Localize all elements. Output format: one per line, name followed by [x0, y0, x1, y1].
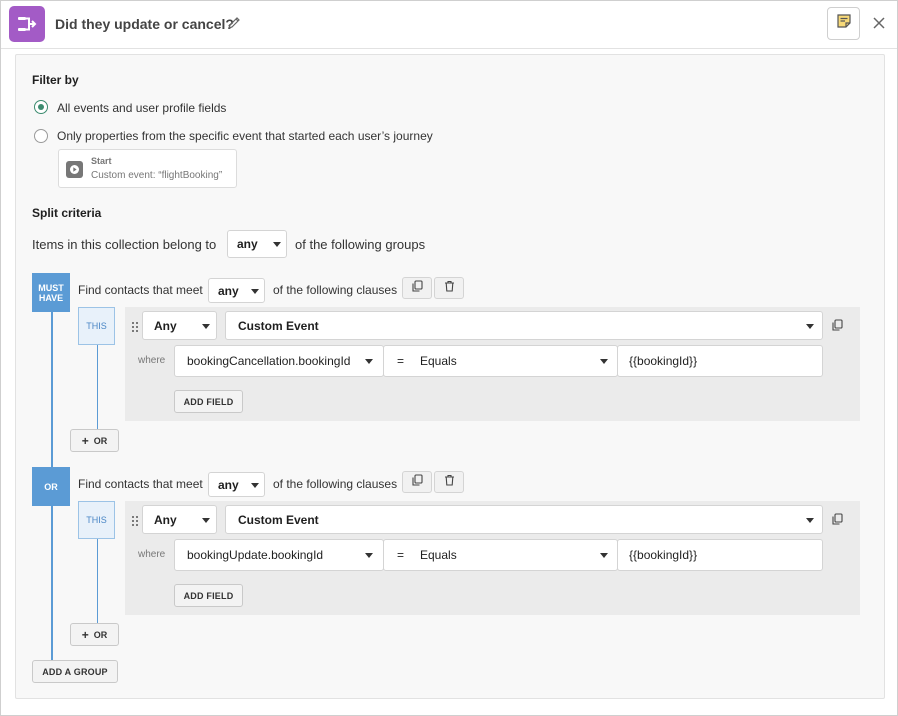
copy-icon: [411, 473, 423, 491]
plus-icon: +: [81, 627, 89, 642]
chevron-down-icon: [273, 242, 281, 247]
add-or-clause-button[interactable]: + OR: [70, 429, 119, 452]
header: Did they update or cancel?: [1, 1, 897, 49]
start-card-title: Start: [91, 156, 112, 166]
start-event-card: Start Custom event: “flightBooking”: [58, 149, 237, 188]
chevron-down-icon: [202, 323, 210, 329]
clause-operator-select[interactable]: = Equals: [383, 345, 618, 377]
chevron-down-icon: [251, 482, 259, 488]
clause-box: Any Custom Event where bookingCancellati…: [125, 307, 860, 421]
clause-value-input[interactable]: {{bookingId}}: [617, 345, 823, 377]
close-icon[interactable]: [871, 15, 889, 33]
clause-field-select[interactable]: bookingCancellation.bookingId: [174, 345, 384, 377]
dialog-window: Did they update or cancel? Filter by All…: [0, 0, 898, 716]
group-1-suffix: of the following clauses: [273, 283, 398, 297]
play-icon: [66, 161, 83, 178]
pencil-icon[interactable]: [227, 16, 243, 32]
clause-value-input[interactable]: {{bookingId}}: [617, 539, 823, 571]
add-or-clause-button[interactable]: + OR: [70, 623, 119, 646]
clause-connector-line: [97, 345, 98, 429]
notes-button[interactable]: [827, 7, 860, 40]
trash-icon: [444, 279, 455, 297]
filter-heading: Filter by: [32, 73, 79, 87]
group-badge-or: OR: [32, 467, 70, 506]
radio-specific-event[interactable]: [34, 129, 48, 143]
group-2-prefix: Find contacts that meet: [78, 477, 203, 491]
clause-operator-select[interactable]: = Equals: [383, 539, 618, 571]
duplicate-clause-icon[interactable]: [832, 318, 846, 332]
drag-handle-icon[interactable]: [131, 320, 141, 332]
group-1-match-select[interactable]: any: [208, 278, 265, 303]
groups-match-select[interactable]: any: [227, 230, 287, 258]
clause-field-select[interactable]: bookingUpdate.bookingId: [174, 539, 384, 571]
branch-split-icon: [9, 6, 45, 42]
group-1-delete-button[interactable]: [434, 277, 464, 299]
group-2-match-select[interactable]: any: [208, 472, 265, 497]
start-card-subtitle: Custom event: “flightBooking”: [91, 170, 223, 181]
clause-event-type-select[interactable]: Custom Event: [225, 311, 823, 340]
group-1-prefix: Find contacts that meet: [78, 283, 203, 297]
trash-icon: [444, 473, 455, 491]
where-label: where: [138, 549, 166, 560]
plus-icon: +: [81, 433, 89, 448]
note-icon: [836, 13, 852, 34]
clause-box: Any Custom Event where bookingUpdate.boo…: [125, 501, 860, 615]
drag-handle-icon[interactable]: [131, 514, 141, 526]
group-1-copy-button[interactable]: [402, 277, 432, 299]
group-2-suffix: of the following clauses: [273, 477, 398, 491]
where-label: where: [138, 355, 166, 366]
clause-connector-line: [97, 539, 98, 623]
groups-sentence-suffix: of the following groups: [295, 237, 426, 252]
chevron-down-icon: [600, 553, 608, 558]
split-settings-panel: Filter by All events and user profile fi…: [15, 54, 885, 699]
chevron-down-icon: [365, 553, 373, 558]
add-group-button[interactable]: ADD A GROUP: [32, 660, 118, 683]
add-field-button[interactable]: ADD FIELD: [174, 584, 243, 607]
clause-quantifier-select[interactable]: Any: [142, 505, 217, 534]
group-2-copy-button[interactable]: [402, 471, 432, 493]
groups-sentence-prefix: Items in this collection belong to: [32, 237, 217, 252]
chevron-down-icon: [202, 517, 210, 523]
add-field-button[interactable]: ADD FIELD: [174, 390, 243, 413]
chevron-down-icon: [600, 359, 608, 364]
chevron-down-icon: [251, 288, 259, 294]
radio-all-events-label: All events and user profile fields: [57, 101, 227, 115]
radio-all-events[interactable]: [34, 100, 48, 114]
group-2-delete-button[interactable]: [434, 471, 464, 493]
split-criteria-heading: Split criteria: [32, 206, 102, 220]
copy-icon: [411, 279, 423, 297]
chevron-down-icon: [365, 359, 373, 364]
page-title: Did they update or cancel?: [55, 16, 234, 32]
chevron-down-icon: [806, 323, 814, 329]
clause-quantifier-select[interactable]: Any: [142, 311, 217, 340]
clause-this-badge: THIS: [78, 307, 115, 345]
duplicate-clause-icon[interactable]: [832, 512, 846, 526]
clause-this-badge: THIS: [78, 501, 115, 539]
group-badge-must-have: MUST HAVE: [32, 273, 70, 312]
clause-event-type-select[interactable]: Custom Event: [225, 505, 823, 534]
radio-specific-event-label: Only properties from the specific event …: [57, 129, 433, 143]
chevron-down-icon: [806, 517, 814, 523]
